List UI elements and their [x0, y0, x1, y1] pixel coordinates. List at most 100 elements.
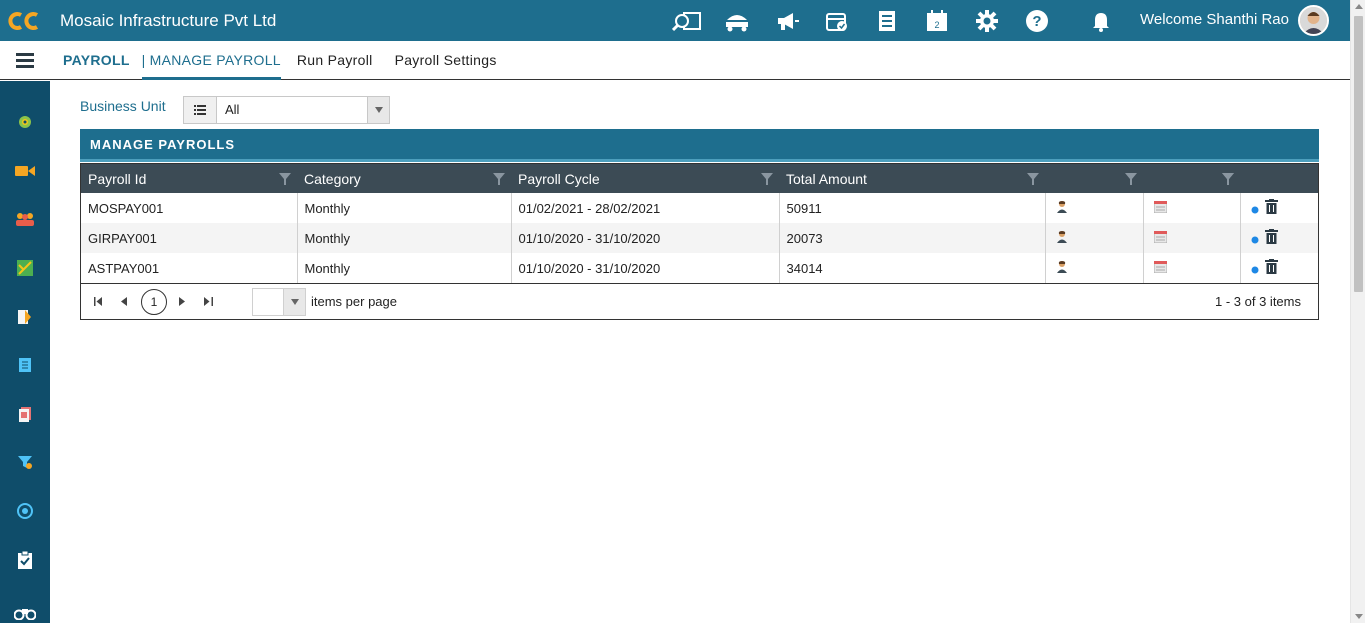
filter-icon[interactable]: [493, 172, 505, 188]
cell-action-employee: [1045, 253, 1144, 283]
cell-payroll-id: ASTPAY001: [81, 253, 298, 283]
status-dot-icon[interactable]: [1251, 206, 1259, 214]
calendar-icon[interactable]: [1153, 230, 1167, 243]
cell-payroll-id: GIRPAY001: [81, 223, 298, 253]
grid-header-row: Payroll Id Category Payroll Cycle Total …: [81, 164, 1318, 193]
svg-text:?: ?: [1032, 13, 1041, 30]
welcome-text: Welcome Shanthi Rao: [1140, 11, 1289, 28]
employee-icon[interactable]: [1056, 200, 1068, 213]
col-action-3[interactable]: [1222, 164, 1318, 193]
col-payroll-id[interactable]: Payroll Id: [81, 164, 297, 193]
status-dot-icon[interactable]: [1251, 236, 1259, 244]
cell-payroll-cycle: 01/10/2020 - 31/10/2020: [511, 223, 780, 253]
scroll-up-icon[interactable]: [1355, 4, 1363, 9]
filter-icon[interactable]: [1222, 172, 1234, 188]
filter-icon[interactable]: [279, 172, 291, 188]
notebook-icon[interactable]: [13, 353, 37, 377]
settings-cog-icon[interactable]: [13, 110, 37, 134]
sub-header: PAYROLL | MANAGE PAYROLL Run Payroll Payr…: [0, 41, 1350, 80]
filter-icon[interactable]: [1125, 172, 1137, 188]
table-row: ASTPAY001 Monthly 01/10/2020 - 31/10/202…: [81, 253, 1318, 283]
gear-icon[interactable]: [970, 4, 1004, 38]
employee-icon[interactable]: [1056, 260, 1068, 273]
col-category-label: Category: [304, 170, 361, 187]
cell-category: Monthly: [297, 253, 512, 283]
binoculars-icon[interactable]: [13, 601, 37, 625]
col-category[interactable]: Category: [297, 164, 511, 193]
filter-icon[interactable]: [13, 450, 37, 474]
file-icon[interactable]: [13, 402, 37, 426]
checklist-icon[interactable]: [870, 4, 904, 38]
cell-action-calendar: [1143, 253, 1241, 283]
chevron-down-icon[interactable]: [283, 288, 305, 315]
calendar-icon[interactable]: 2: [920, 4, 954, 38]
user-avatar[interactable]: [1298, 5, 1329, 36]
status-dot-icon[interactable]: [1251, 266, 1259, 274]
cell-category: Monthly: [297, 193, 512, 223]
logo-icon: [8, 11, 39, 30]
filter-icon[interactable]: [1027, 172, 1039, 188]
prev-page-icon[interactable]: [115, 293, 133, 311]
megaphone-icon[interactable]: [770, 4, 804, 38]
delete-icon[interactable]: [1264, 199, 1278, 214]
page-number[interactable]: 1: [141, 288, 167, 315]
top-header: Mosaic Infrastructure Pvt Ltd 2 ? Welcom: [0, 0, 1350, 41]
items-per-page-label: items per page: [311, 294, 397, 309]
company-logo[interactable]: [0, 0, 50, 41]
truck-icon[interactable]: [720, 4, 754, 38]
cell-action-employee: [1045, 223, 1144, 253]
cell-action-delete: [1240, 223, 1318, 253]
col-total-amount-label: Total Amount: [786, 170, 867, 187]
col-payroll-cycle-label: Payroll Cycle: [518, 170, 600, 187]
business-unit-select[interactable]: All: [183, 96, 390, 124]
items-per-page-value: [253, 288, 283, 315]
video-icon[interactable]: [13, 159, 37, 183]
bell-icon[interactable]: [1084, 4, 1118, 38]
scroll-down-icon[interactable]: [1355, 614, 1363, 619]
calendar-icon[interactable]: [1153, 200, 1167, 213]
team-icon[interactable]: [13, 207, 37, 231]
delete-icon[interactable]: [1264, 229, 1278, 244]
menu-icon[interactable]: [0, 41, 50, 80]
tab-manage-payroll-label: MANAGE PAYROLL: [149, 51, 281, 68]
help-icon[interactable]: ?: [1020, 4, 1054, 38]
first-page-icon[interactable]: [89, 293, 107, 311]
chevron-down-icon[interactable]: [367, 97, 389, 123]
employee-icon[interactable]: [1056, 230, 1068, 243]
cell-payroll-cycle: 01/10/2020 - 31/10/2020: [511, 253, 780, 283]
left-sidebar: [0, 81, 50, 623]
clipboard-check-icon[interactable]: [13, 548, 37, 572]
breadcrumb-payroll[interactable]: PAYROLL: [63, 52, 130, 68]
items-per-page-select[interactable]: [252, 287, 306, 316]
last-page-icon[interactable]: [199, 293, 217, 311]
col-payroll-cycle[interactable]: Payroll Cycle: [511, 164, 779, 193]
cell-payroll-id: MOSPAY001: [81, 193, 298, 223]
svg-text:2: 2: [934, 20, 939, 30]
delete-icon[interactable]: [1264, 259, 1278, 274]
scrollbar-thumb[interactable]: [1354, 16, 1363, 292]
tab-run-payroll[interactable]: Run Payroll: [297, 52, 373, 68]
top-toolbar: 2 ?: [670, 0, 1134, 41]
col-total-amount[interactable]: Total Amount: [779, 164, 1045, 193]
cell-action-employee: [1045, 193, 1144, 223]
payroll-grid: Payroll Id Category Payroll Cycle Total …: [80, 163, 1319, 320]
cell-action-delete: [1240, 253, 1318, 283]
col-action-1[interactable]: [1045, 164, 1143, 193]
table-row: MOSPAY001 Monthly 01/02/2021 - 28/02/202…: [81, 193, 1318, 223]
target-icon[interactable]: [13, 499, 37, 523]
tab-manage-payroll[interactable]: | MANAGE PAYROLL: [141, 41, 281, 80]
cell-total-amount: 50911: [779, 193, 1046, 223]
grid-pager: 1 items per page 1 - 3 of 3 items: [81, 283, 1318, 319]
search-report-icon[interactable]: [670, 4, 704, 38]
tab-payroll-settings[interactable]: Payroll Settings: [395, 52, 497, 68]
business-unit-value: All: [225, 102, 240, 117]
map-icon[interactable]: [13, 256, 37, 280]
cell-action-delete: [1240, 193, 1318, 223]
calendar-check-icon[interactable]: [820, 4, 854, 38]
calendar-icon[interactable]: [1153, 260, 1167, 273]
document-icon[interactable]: [13, 305, 37, 329]
cell-payroll-cycle: 01/02/2021 - 28/02/2021: [511, 193, 780, 223]
next-page-icon[interactable]: [173, 293, 191, 311]
filter-icon[interactable]: [761, 172, 773, 188]
vertical-scrollbar[interactable]: [1350, 0, 1365, 623]
